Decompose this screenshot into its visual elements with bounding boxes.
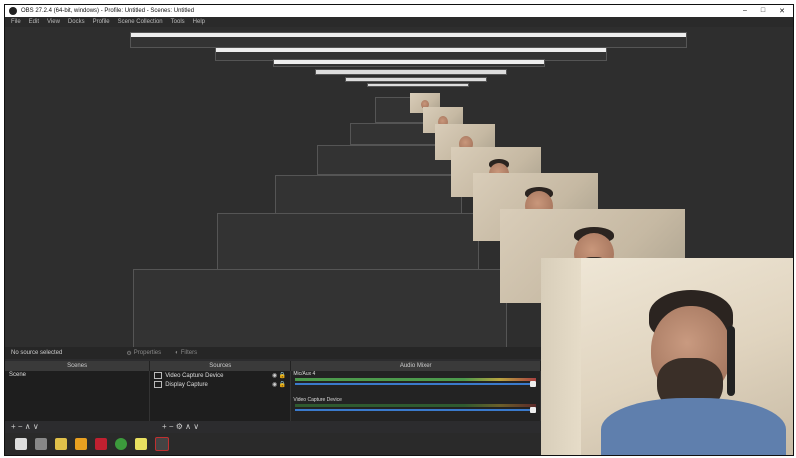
filters-label: Filters — [180, 350, 198, 356]
source-name: Video Capture Device — [165, 372, 224, 379]
volume-meter — [295, 404, 536, 407]
nested-preview-12 — [133, 269, 507, 349]
nested-preview-9 — [317, 145, 454, 175]
title-bar: OBS 27.2.4 (64-bit, windows) - Profile: … — [5, 5, 793, 17]
camera-icon — [154, 372, 163, 379]
menu-scene-collection[interactable]: Scene Collection — [118, 19, 163, 25]
docks-area: Scene Video Capture Device ◉ 🔒 Display Ca… — [5, 371, 541, 421]
menu-file[interactable]: File — [11, 19, 21, 25]
sources-toolbar[interactable]: + − ⚙ ∧ ∨ — [156, 421, 303, 431]
volume-slider[interactable] — [295, 407, 536, 413]
no-source-label: No source selected — [11, 350, 63, 356]
source-item[interactable]: Video Capture Device ◉ 🔒 — [150, 371, 290, 380]
nested-preview-6 — [367, 83, 469, 87]
slider-knob[interactable] — [529, 381, 536, 387]
mixer-track: Mic/Aux 4 — [291, 371, 540, 389]
visibility-eye-icon[interactable]: ◉ 🔒 — [272, 372, 286, 379]
menu-bar: File Edit View Docks Profile Scene Colle… — [5, 17, 793, 27]
sources-list[interactable]: Video Capture Device ◉ 🔒 Display Capture ◉… — [150, 371, 292, 421]
scenes-toolbar[interactable]: + − ∧ ∨ — [5, 421, 156, 431]
nested-preview-3 — [273, 59, 545, 67]
person-shirt — [601, 398, 786, 455]
menu-edit[interactable]: Edit — [29, 19, 39, 25]
track-name: Mic/Aux 4 — [293, 371, 316, 377]
file-explorer-icon[interactable] — [55, 438, 67, 450]
scene-name: Scene — [9, 372, 27, 378]
notes-app-icon[interactable] — [135, 438, 147, 450]
volume-slider[interactable] — [295, 381, 536, 387]
properties-button[interactable]: ⚙ Properties — [126, 350, 161, 357]
gear-icon: ⚙ — [126, 350, 132, 357]
obs-taskbar-icon[interactable] — [155, 437, 169, 451]
menu-help[interactable]: Help — [193, 19, 205, 25]
source-item[interactable]: Display Capture ◉ 🔒 — [150, 380, 290, 389]
nested-preview-1 — [130, 32, 687, 48]
menu-view[interactable]: View — [47, 19, 60, 25]
sources-dock-title: Sources — [150, 361, 292, 371]
media-app-icon[interactable] — [95, 438, 107, 450]
audio-mixer: Mic/Aux 4 Video Capture Device — [291, 371, 541, 421]
obs-logo-icon — [9, 7, 17, 15]
task-view-icon[interactable] — [35, 438, 47, 450]
taskbar — [5, 433, 555, 455]
obs-window: OBS 27.2.4 (64-bit, windows) - Profile: … — [4, 4, 794, 456]
scene-item[interactable]: Scene — [5, 371, 149, 379]
pen-app-icon[interactable] — [75, 438, 87, 450]
minimize-button[interactable]: – — [743, 7, 747, 15]
nested-preview-4 — [315, 69, 507, 75]
mixer-dock-title: Audio Mixer — [291, 361, 541, 371]
filter-icon: ◐ — [175, 350, 179, 356]
maximize-button[interactable]: □ — [761, 7, 765, 15]
nested-preview-11 — [217, 213, 479, 273]
close-button[interactable]: ✕ — [779, 7, 785, 15]
dock-headers: Scenes Sources Audio Mixer — [5, 361, 541, 371]
window-title: OBS 27.2.4 (64-bit, windows) - Profile: … — [21, 8, 195, 14]
scenes-list[interactable]: Scene — [5, 371, 151, 421]
monitor-icon — [154, 381, 163, 388]
scenes-dock-title: Scenes — [5, 361, 151, 371]
visibility-eye-icon[interactable]: ◉ 🔒 — [272, 381, 286, 388]
properties-label: Properties — [133, 350, 162, 356]
headset-icon — [727, 326, 735, 396]
mixer-track: Video Capture Device — [291, 397, 540, 415]
windows-start-icon[interactable] — [15, 438, 27, 450]
menu-tools[interactable]: Tools — [171, 19, 185, 25]
filters-button[interactable]: ◐ Filters — [175, 350, 197, 356]
chrome-icon[interactable] — [115, 438, 127, 450]
menu-profile[interactable]: Profile — [93, 19, 110, 25]
door-frame — [541, 258, 581, 455]
dock-toolbars: + − ∧ ∨ + − ⚙ ∧ ∨ — [5, 421, 541, 431]
volume-meter — [295, 378, 536, 381]
slider-knob[interactable] — [529, 407, 536, 413]
nested-preview-5 — [345, 77, 487, 82]
nested-preview-10 — [275, 175, 462, 215]
source-name: Display Capture — [165, 381, 208, 388]
source-status-bar: No source selected ⚙ Properties ◐ Filters — [5, 347, 547, 359]
track-name: Video Capture Device — [293, 397, 342, 403]
webcam-preview — [541, 258, 793, 455]
menu-docks[interactable]: Docks — [68, 19, 85, 25]
